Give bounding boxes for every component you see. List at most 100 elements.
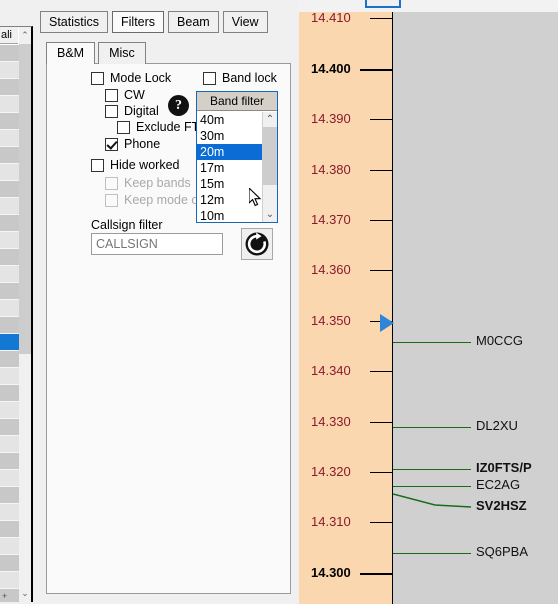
list-item[interactable]: [0, 249, 19, 266]
checkbox-box-cw[interactable]: [105, 88, 118, 102]
checkbox-label-hide-worked: Hide worked: [110, 158, 180, 172]
sub-tab-bar[interactable]: B&M Misc: [46, 42, 146, 64]
scroll-up-arrow-icon[interactable]: ⌃: [19, 27, 31, 44]
tick-14.340: [370, 371, 392, 372]
list-item[interactable]: [0, 113, 19, 130]
list-item[interactable]: [0, 334, 19, 351]
tick-14.360: [370, 270, 392, 271]
list-item[interactable]: [0, 351, 19, 368]
tab-view[interactable]: View: [222, 11, 268, 33]
checkbox-box-digital[interactable]: [105, 104, 118, 118]
band-item-40m[interactable]: 40m: [197, 112, 264, 128]
list-item[interactable]: [0, 147, 19, 164]
list-item[interactable]: [0, 436, 19, 453]
tab-filters[interactable]: Filters: [112, 11, 165, 33]
refresh-icon: [245, 232, 269, 256]
list-item[interactable]: [0, 266, 19, 283]
left-panel-scrollbar[interactable]: ⌃ ⌄: [19, 27, 31, 602]
list-item[interactable]: [0, 45, 19, 62]
spot-label-DL2XU[interactable]: DL2XU: [476, 418, 518, 433]
list-item[interactable]: [0, 504, 19, 521]
help-question-mark-icon[interactable]: ?: [168, 95, 189, 116]
list-item[interactable]: [0, 232, 19, 249]
checkbox-box-mode-lock[interactable]: [91, 71, 104, 85]
checkbox-band-lock[interactable]: Band lock: [203, 71, 277, 85]
list-item[interactable]: [0, 453, 19, 470]
checkbox-box-exclude-ftx[interactable]: [117, 120, 130, 134]
list-item[interactable]: [0, 181, 19, 198]
checkbox-label-keep-bands: Keep bands: [124, 176, 191, 190]
checkbox-box-hide-worked[interactable]: [91, 158, 104, 172]
spot-label-SV2HSZ[interactable]: SV2HSZ: [476, 498, 527, 513]
band-item-10m[interactable]: 10m: [197, 208, 264, 222]
list-item[interactable]: [0, 555, 19, 572]
checkbox-cw[interactable]: CW: [105, 88, 145, 102]
spot-line-SV2HSZ[interactable]: [393, 491, 471, 510]
spot-label-IZ0FTS/P[interactable]: IZ0FTS/P: [476, 460, 532, 475]
subtab-misc[interactable]: Misc: [98, 42, 146, 64]
checkbox-box-band-lock[interactable]: [203, 71, 216, 85]
checkbox-box-phone[interactable]: [105, 137, 118, 151]
list-item[interactable]: [0, 538, 19, 555]
tick-14.400: [360, 69, 392, 71]
tab-beam[interactable]: Beam: [168, 11, 219, 33]
checkbox-hide-worked[interactable]: Hide worked: [91, 158, 179, 172]
tab-statistics[interactable]: Statistics: [40, 11, 109, 33]
list-item[interactable]: [0, 96, 19, 113]
band-filter-listbox[interactable]: Band filter 40m30m20m17m15m12m10m2m ⌃ ⌄: [196, 91, 278, 223]
frequency-cursor-marker-icon[interactable]: [380, 314, 394, 332]
list-item[interactable]: [0, 283, 19, 300]
tick-14.410: [370, 18, 392, 19]
band-scrollbar-thumb[interactable]: [263, 127, 277, 185]
spot-line-EC2AG[interactable]: [393, 486, 471, 487]
tick-label-14.330: 14.330: [311, 414, 351, 429]
list-item[interactable]: [0, 487, 19, 504]
band-item-17m[interactable]: 17m: [197, 160, 264, 176]
list-item[interactable]: [0, 572, 19, 589]
scrollbar-thumb[interactable]: [19, 44, 31, 354]
list-item[interactable]: [0, 62, 19, 79]
checkbox-digital[interactable]: Digital: [105, 104, 159, 118]
spot-label-EC2AG[interactable]: EC2AG: [476, 477, 520, 492]
band-scroll-up-arrow-icon[interactable]: ⌃: [263, 112, 277, 127]
list-item[interactable]: [0, 79, 19, 96]
spot-line-DL2XU[interactable]: [393, 427, 471, 428]
list-item[interactable]: [0, 402, 19, 419]
list-item[interactable]: [0, 385, 19, 402]
subtab-b-m[interactable]: B&M: [46, 42, 96, 64]
refresh-button[interactable]: [241, 228, 273, 260]
bandmap-pane[interactable]: 14.410 14.400 14.390 14.380 14.370 14.360 14.3…: [299, 0, 558, 604]
tick-label-14.310: 14.310: [311, 514, 351, 529]
left-panel-rows[interactable]: [0, 45, 19, 602]
list-item[interactable]: [0, 521, 19, 538]
band-scroll-down-arrow-icon[interactable]: ⌄: [263, 207, 277, 222]
band-item-30m[interactable]: 30m: [197, 128, 264, 144]
spot-line-M0CCG[interactable]: [393, 342, 471, 343]
spot-line-IZ0FTS/P[interactable]: [393, 469, 471, 470]
list-item[interactable]: [0, 317, 19, 334]
list-item[interactable]: [0, 164, 19, 181]
band-filter-items[interactable]: 40m30m20m17m15m12m10m2m: [197, 112, 264, 222]
band-item-15m[interactable]: 15m: [197, 176, 264, 192]
band-item-20m[interactable]: 20m: [197, 144, 264, 160]
list-item[interactable]: [0, 198, 19, 215]
left-spot-list-panel[interactable]: ali ⌃ ⌄ +: [0, 26, 33, 602]
band-filter-scrollbar[interactable]: ⌃ ⌄: [262, 112, 277, 222]
list-item[interactable]: [0, 215, 19, 232]
spot-label-M0CCG[interactable]: M0CCG: [476, 333, 523, 348]
list-item[interactable]: [0, 419, 19, 436]
main-tab-bar[interactable]: Statistics Filters Beam View: [40, 11, 268, 33]
list-item[interactable]: [0, 368, 19, 385]
scroll-down-arrow-icon[interactable]: ⌄: [19, 585, 31, 602]
callsign-filter-input[interactable]: [91, 233, 223, 255]
selected-frequency-box[interactable]: [365, 0, 401, 8]
expand-plus-icon[interactable]: +: [2, 591, 7, 601]
spot-label-SQ6PBA[interactable]: SQ6PBA: [476, 544, 528, 559]
list-item[interactable]: [0, 470, 19, 487]
checkbox-phone[interactable]: Phone: [105, 137, 160, 151]
list-item[interactable]: [0, 130, 19, 147]
band-item-12m[interactable]: 12m: [197, 192, 264, 208]
list-item[interactable]: [0, 300, 19, 317]
checkbox-mode-lock[interactable]: Mode Lock: [91, 71, 171, 85]
spot-line-SQ6PBA[interactable]: [393, 553, 471, 554]
